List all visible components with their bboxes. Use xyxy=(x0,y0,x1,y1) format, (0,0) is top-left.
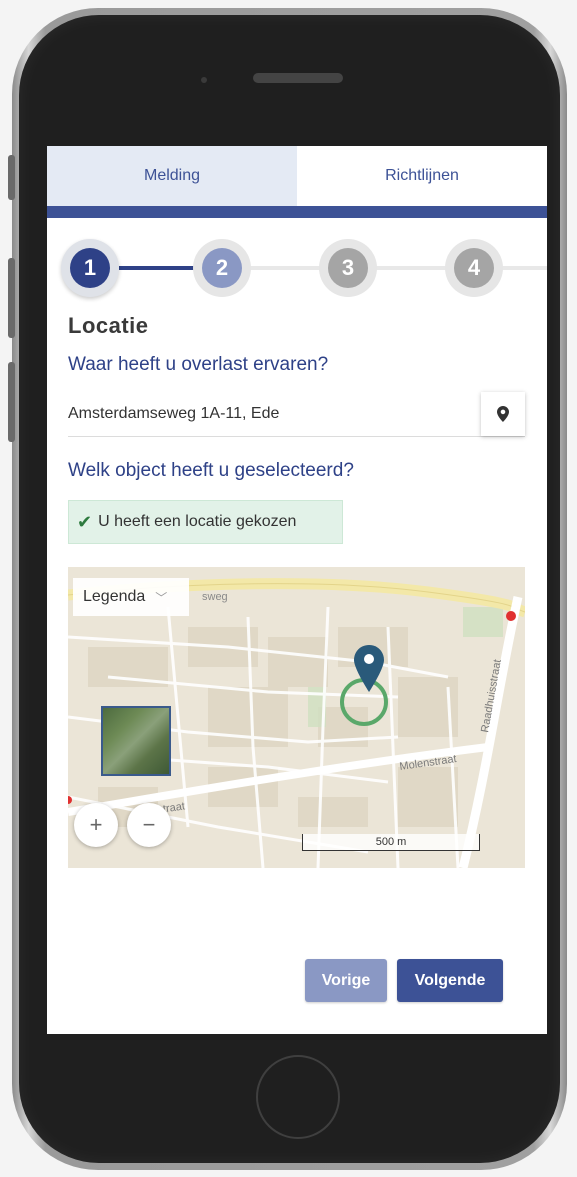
zoom-out-button[interactable]: − xyxy=(127,803,171,847)
step-4[interactable]: 4 xyxy=(445,239,503,297)
step-3-circle: 3 xyxy=(328,248,368,288)
next-button[interactable]: Volgende xyxy=(397,959,503,1002)
legend-label: Legenda xyxy=(83,588,146,605)
zoom-in-label: + xyxy=(89,812,103,837)
step-2[interactable]: 2 xyxy=(193,239,251,297)
zoom-in-button[interactable]: + xyxy=(74,803,118,847)
tab-indicator-bar xyxy=(47,206,547,218)
phone-camera xyxy=(201,77,207,83)
map-view[interactable]: sweg Raadhuisstraat Molenstraat nstraat … xyxy=(68,567,525,868)
step-1[interactable]: 1 xyxy=(61,239,119,297)
aerial-layer-toggle[interactable] xyxy=(101,706,171,776)
tab-richtlijnen[interactable]: Richtlijnen xyxy=(297,146,547,206)
section-title: Locatie xyxy=(68,313,149,338)
step-2-number: 2 xyxy=(215,255,229,280)
scale-label: 500 m xyxy=(375,836,407,848)
tab-bar: Melding Richtlijnen xyxy=(47,146,547,206)
location-question: Waar heeft u overlast ervaren? xyxy=(68,354,329,375)
street-label-sweg: sweg xyxy=(202,591,228,603)
map-pin-icon xyxy=(497,406,509,422)
step-1-circle: 1 xyxy=(70,248,110,288)
selection-status-badge: ✔ U heeft een locatie gekozen xyxy=(68,500,343,544)
object-question: Welk object heeft u geselecteerd? xyxy=(68,460,354,481)
previous-button[interactable]: Vorige xyxy=(305,959,387,1002)
tab-richtlijnen-label: Richtlijnen xyxy=(385,167,459,184)
legend-dropdown[interactable]: Legenda ﹀ xyxy=(73,578,189,616)
phone-volume-up xyxy=(8,258,15,338)
phone-speaker xyxy=(253,73,343,83)
address-field[interactable]: Amsterdamseweg 1A-11, Ede xyxy=(68,392,525,437)
next-label: Volgende xyxy=(414,971,486,989)
selection-status-text: U heeft een locatie gekozen xyxy=(98,513,297,530)
previous-label: Vorige xyxy=(321,971,371,989)
map-poi-marker xyxy=(506,611,516,621)
stepper-progress-line xyxy=(119,266,199,270)
tab-melding[interactable]: Melding xyxy=(47,146,297,206)
zoom-out-label: − xyxy=(142,812,156,837)
phone-home-button[interactable] xyxy=(256,1055,340,1139)
phone-mute-switch xyxy=(8,155,15,200)
app-screen: Melding Richtlijnen 1 2 3 4 Locatie Waar… xyxy=(47,146,547,1034)
tab-melding-label: Melding xyxy=(143,167,201,184)
chevron-down-icon: ﹀ xyxy=(155,590,168,605)
checkmark-icon: ✔ xyxy=(77,511,93,532)
phone-volume-down xyxy=(8,362,15,442)
step-4-number: 4 xyxy=(467,255,481,280)
locate-button[interactable] xyxy=(481,392,525,436)
map-scale-bar: 500 m xyxy=(302,834,480,851)
step-4-circle: 4 xyxy=(454,248,494,288)
step-3[interactable]: 3 xyxy=(319,239,377,297)
step-2-circle: 2 xyxy=(202,248,242,288)
step-1-number: 1 xyxy=(83,255,97,280)
step-3-number: 3 xyxy=(341,255,355,280)
address-value[interactable]: Amsterdamseweg 1A-11, Ede xyxy=(68,405,279,423)
